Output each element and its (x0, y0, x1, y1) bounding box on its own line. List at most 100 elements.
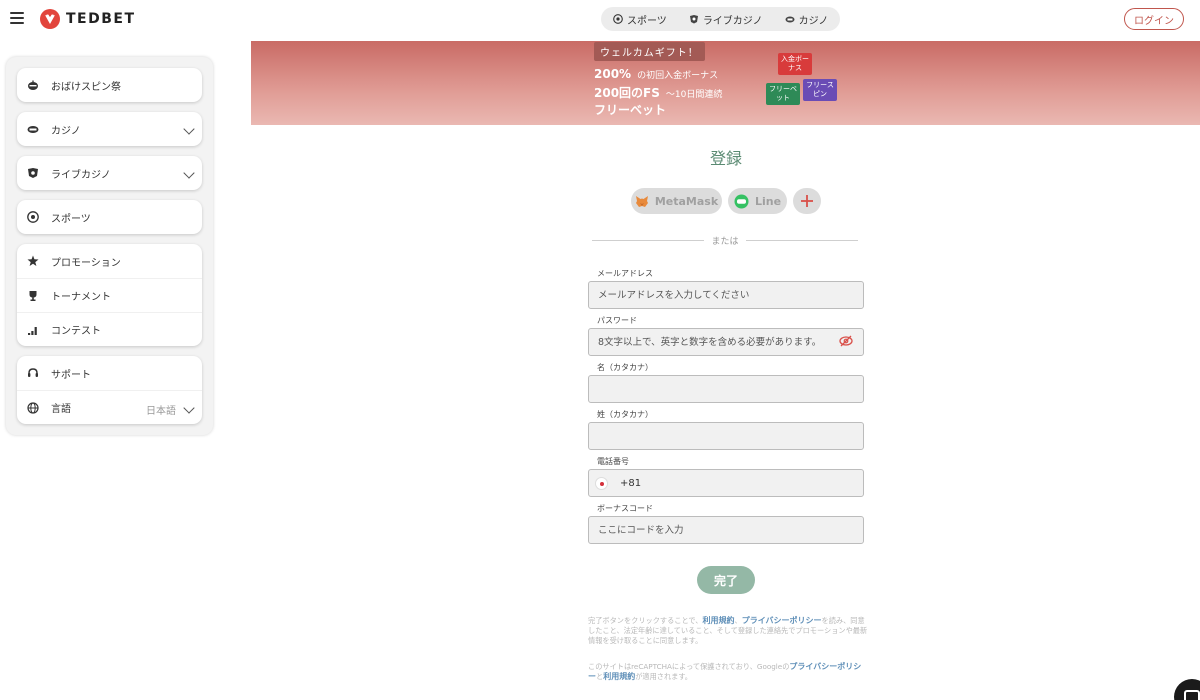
banner-line-3-strong: フリーベット (594, 103, 667, 117)
bar-chart-icon (28, 326, 37, 335)
joker-icon (689, 15, 698, 24)
sidebar-item-label: トーナメント (51, 292, 111, 303)
phone-label: 電話番号 (597, 457, 629, 466)
nav-live-casino-label: ライブカジノ (702, 15, 763, 27)
banner-line-1: 200% の初回入金ボーナス (594, 67, 718, 81)
first-name-label: 名（カタカナ） (597, 363, 653, 372)
slot-icon (27, 126, 39, 133)
logo-mark-icon (40, 9, 60, 29)
banner-line-2: 200回のFS 〜10日間連続 (594, 84, 722, 101)
plus-icon (801, 195, 813, 207)
login-button[interactable]: ログイン (1124, 8, 1184, 30)
sidebar-item-spin-festival[interactable]: おばけスピン祭 (17, 68, 202, 102)
soccer-ball-icon (27, 211, 39, 223)
register-title: 登録 (709, 149, 742, 168)
sidebar-card-casino: カジノ (17, 112, 202, 146)
sidebar-item-label: おばけスピン祭 (51, 81, 121, 93)
sidebar-card-promo: プロモーション トーナメント コンテスト (17, 244, 202, 346)
nav-casino[interactable]: カジノ (785, 12, 829, 27)
sidebar-item-label: コンテスト (51, 326, 101, 337)
password-field[interactable] (588, 328, 864, 356)
legal-text: が適用されます。 (635, 672, 692, 681)
sidebar-item-label: サポート (51, 369, 91, 381)
nav-casino-label: カジノ (798, 15, 829, 27)
headset-icon (28, 368, 38, 377)
sidebar-item-label: 言語 (51, 404, 71, 415)
first-name-field[interactable] (588, 375, 864, 403)
metamask-label: MetaMask (654, 194, 719, 208)
sidebar-item-promotion[interactable]: プロモーション (17, 244, 202, 278)
submit-button[interactable]: 完了 (697, 566, 755, 594)
bonus-code-field[interactable] (588, 516, 864, 544)
chevron-down-icon (183, 167, 195, 179)
slot-icon (785, 16, 795, 23)
terms-agreement-text: 完了ボタンをクリックすることで、利用規約、プライバシーポリシーを読み、同意したこ… (588, 616, 868, 646)
sidebar: おばけスピン祭 カジノ ライブカジノ スポーツ プロモーション トーナメント コ… (6, 57, 213, 435)
pumpkin-icon (28, 80, 38, 90)
sidebar-item-support[interactable]: サポート (17, 356, 202, 390)
sidebar-item-live-casino[interactable]: ライブカジノ (17, 156, 202, 190)
eye-slash-icon[interactable] (839, 335, 853, 347)
banner-line-1-small: の初回入金ボーナス (637, 71, 719, 81)
line-login-button[interactable]: Line (728, 188, 787, 214)
nav-live-casino[interactable]: ライブカジノ (689, 12, 763, 27)
sidebar-item-label: スポーツ (51, 213, 91, 225)
sidebar-item-label: ライブカジノ (51, 169, 111, 181)
google-terms-link[interactable]: 利用規約 (603, 672, 635, 681)
banner-line-3: フリーベット (594, 101, 666, 118)
banner-tag: ウェルカムギフト！ (594, 42, 705, 61)
line-label: Line (754, 194, 782, 208)
sidebar-item-label: カジノ (51, 125, 81, 137)
line-app-icon (734, 194, 749, 208)
sidebar-item-language[interactable]: 言語 日本語 (17, 390, 202, 424)
freespin-badge: フリースピン (803, 79, 837, 101)
sidebar-card-spin: おばけスピン祭 (17, 68, 202, 102)
legal-text: このサイトはreCAPTCHAによって保護されており、Googleの (588, 662, 790, 671)
sidebar-card-support: サポート 言語 日本語 (17, 356, 202, 424)
banner-line-2-strong: 200回のFS (594, 86, 660, 100)
nav-sports-label: スポーツ (627, 15, 667, 27)
legal-text: 完了ボタンをクリックすることで、 (588, 616, 703, 625)
deposit-bonus-badge: 入金ボーナス (778, 53, 812, 75)
sidebar-item-tournament[interactable]: トーナメント (17, 278, 202, 312)
sidebar-item-contest[interactable]: コンテスト (17, 312, 202, 346)
sidebar-item-sports[interactable]: スポーツ (17, 200, 202, 234)
legal-text: 、 (734, 616, 742, 625)
phone-country-code: +81 (620, 478, 642, 489)
email-field[interactable] (588, 281, 864, 309)
chevron-down-icon (183, 402, 195, 414)
logo[interactable]: TEDBET (40, 9, 136, 29)
banner-line-2-small: 〜10日間連続 (665, 90, 723, 100)
metamask-fox-icon (635, 195, 648, 207)
freebet-badge: フリーベット (766, 83, 800, 105)
terms-link[interactable]: 利用規約 (703, 616, 735, 625)
logo-text: TEDBET (66, 11, 136, 27)
divider-left (592, 240, 704, 241)
sidebar-card-sports: スポーツ (17, 200, 202, 234)
banner-line-1-strong: 200% (594, 67, 632, 81)
bonus-code-label: ボーナスコード (597, 504, 653, 513)
chat-support-button[interactable] (1174, 679, 1200, 700)
divider-right (746, 240, 858, 241)
japan-flag-icon[interactable] (596, 478, 607, 489)
sidebar-item-casino[interactable]: カジノ (17, 112, 202, 146)
privacy-policy-link[interactable]: プライバシーポリシー (742, 616, 822, 625)
password-label: パスワード (597, 316, 637, 325)
soccer-ball-icon (613, 14, 623, 24)
last-name-label: 姓（カタカナ） (597, 410, 653, 419)
top-header: TEDBET スポーツ ライブカジノ カジノ ログイン (0, 0, 1200, 40)
sidebar-item-label: プロモーション (51, 257, 121, 269)
metamask-login-button[interactable]: MetaMask (631, 188, 722, 214)
nav-sports[interactable]: スポーツ (613, 12, 667, 27)
recaptcha-notice: このサイトはreCAPTCHAによって保護されており、Googleのプライバシー… (588, 662, 868, 682)
email-label: メールアドレス (597, 269, 653, 278)
star-badge-icon (27, 255, 39, 266)
more-login-options-button[interactable] (793, 188, 821, 214)
globe-icon (27, 401, 39, 414)
trophy-icon (29, 290, 37, 301)
last-name-field[interactable] (588, 422, 864, 450)
or-divider-text: または (711, 237, 739, 247)
menu-icon[interactable] (10, 12, 24, 24)
welcome-banner[interactable]: ウェルカムギフト！ 200% の初回入金ボーナス 200回のFS 〜10日間連続 フ… (251, 41, 1200, 125)
language-value: 日本語 (146, 406, 176, 417)
